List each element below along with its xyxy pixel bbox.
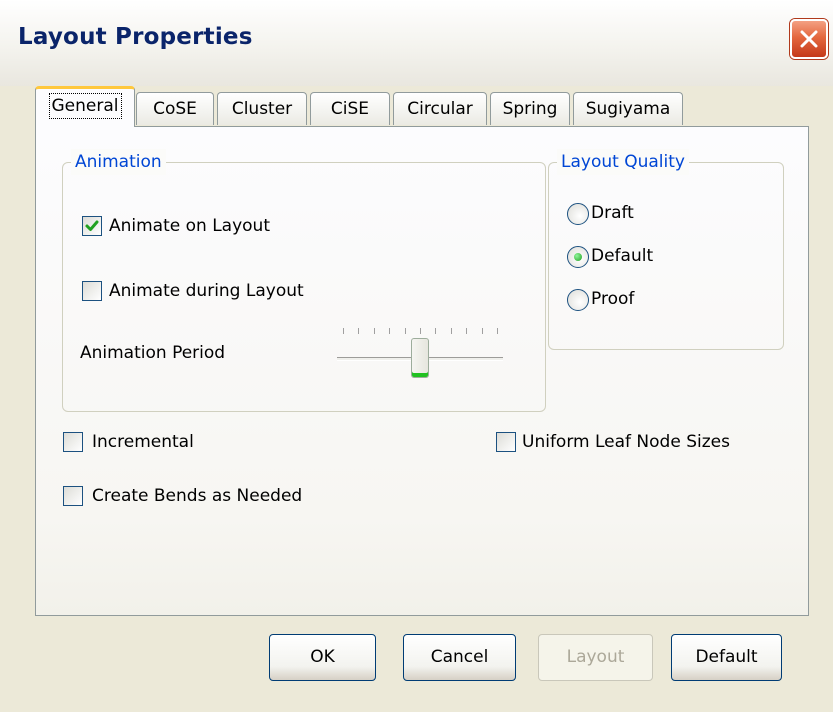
slider-tick [466, 328, 467, 334]
animate-on-layout-checkbox[interactable] [82, 216, 102, 236]
close-button[interactable] [790, 19, 828, 59]
title-bar: Layout Properties [0, 0, 833, 86]
animation-period-label: Animation Period [80, 343, 226, 363]
default-radio[interactable] [567, 246, 589, 268]
tab-spring[interactable]: Spring [490, 92, 570, 125]
tab-general[interactable]: General [35, 86, 135, 127]
cancel-button[interactable]: Cancel [403, 634, 516, 681]
tab-sugiyama[interactable]: Sugiyama [573, 92, 683, 125]
general-tab-panel: Animation Animate on Layout Animate duri… [35, 126, 809, 616]
incremental-label[interactable]: Incremental [92, 430, 194, 454]
window-title: Layout Properties [18, 24, 253, 50]
default-button[interactable]: Default [671, 634, 782, 681]
layout-quality-group: Layout Quality Draft Default Proof [548, 149, 784, 350]
slider-thumb[interactable] [411, 338, 429, 378]
tab-cise[interactable]: CiSE [310, 92, 390, 125]
slider-tick [451, 328, 452, 334]
slider-tick [358, 328, 359, 334]
incremental-checkbox[interactable] [63, 432, 83, 452]
tab-sugiyama-label: Sugiyama [585, 99, 671, 119]
slider-tick [343, 328, 344, 334]
draft-label[interactable]: Draft [591, 201, 634, 225]
tab-cose-label: CoSE [153, 99, 197, 119]
slider-tick [482, 328, 483, 334]
slider-tick [497, 328, 498, 334]
radio-dot-icon [574, 253, 582, 261]
uniform-leaf-label[interactable]: Uniform Leaf Node Sizes [522, 430, 730, 454]
animate-on-layout-label[interactable]: Animate on Layout [109, 214, 270, 238]
slider-tick [405, 328, 406, 334]
create-bends-label[interactable]: Create Bends as Needed [92, 484, 302, 508]
slider-tick [420, 328, 421, 334]
tab-spring-label: Spring [502, 99, 558, 119]
tab-cose[interactable]: CoSE [136, 92, 214, 125]
animate-during-layout-checkbox[interactable] [82, 281, 102, 301]
animation-group: Animation Animate on Layout Animate duri… [62, 149, 546, 412]
animation-group-legend: Animation [71, 149, 166, 175]
animation-period-slider[interactable] [337, 326, 503, 382]
tab-general-label: General [48, 93, 122, 119]
tab-circular-label: Circular [407, 99, 473, 119]
default-label[interactable]: Default [591, 244, 653, 268]
slider-ticks [337, 326, 503, 336]
close-icon [800, 30, 818, 48]
proof-radio[interactable] [567, 289, 589, 311]
slider-tick [435, 328, 436, 334]
layout-quality-group-legend: Layout Quality [557, 149, 689, 175]
create-bends-checkbox[interactable] [63, 486, 83, 506]
tab-cluster[interactable]: Cluster [217, 92, 307, 125]
slider-tick [389, 328, 390, 334]
slider-tick [374, 328, 375, 334]
tab-circular[interactable]: Circular [393, 92, 487, 125]
animate-during-layout-label[interactable]: Animate during Layout [109, 279, 304, 303]
tab-cise-label: CiSE [330, 99, 370, 119]
checkmark-icon [85, 220, 99, 231]
proof-label[interactable]: Proof [591, 287, 634, 311]
uniform-leaf-checkbox[interactable] [496, 432, 516, 452]
layout-button[interactable]: Layout [538, 634, 653, 681]
tab-cluster-label: Cluster [231, 99, 293, 119]
draft-radio[interactable] [567, 203, 589, 225]
ok-button[interactable]: OK [269, 634, 376, 681]
